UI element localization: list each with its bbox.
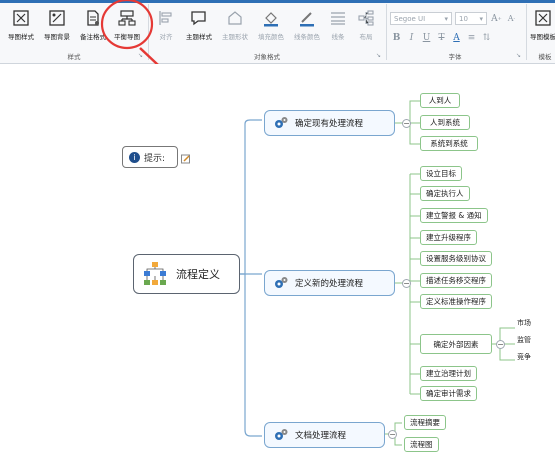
collapse-toggle[interactable]: −: [402, 119, 411, 128]
leaf-topic[interactable]: 确定外部因素: [420, 334, 492, 354]
leaf-topic[interactable]: 定义标准操作程序: [420, 294, 492, 309]
collapse-toggle[interactable]: −: [388, 430, 397, 439]
process-flowchart-icon: [142, 261, 168, 287]
leaf-topic[interactable]: 设置服务级别协议: [420, 251, 492, 266]
leaf-topic[interactable]: 流程摘要: [404, 415, 446, 430]
collapse-toggle[interactable]: −: [496, 340, 505, 349]
leaf-topic[interactable]: 建立警报 & 通知: [420, 208, 488, 223]
sub-leaf-topic[interactable]: 监管: [517, 335, 531, 345]
gears-icon: [273, 427, 289, 443]
highlight-circle: [100, 0, 154, 50]
note-edit-icon[interactable]: [181, 154, 191, 164]
leaf-topic[interactable]: 人到系统: [420, 115, 470, 130]
branch-label: 定义新的处理流程: [295, 279, 364, 289]
leaf-topic[interactable]: 建立治理计划: [420, 366, 477, 381]
leaf-topic[interactable]: 流程图: [404, 437, 439, 452]
gears-icon: [273, 115, 289, 131]
sub-leaf-topic[interactable]: 市场: [517, 318, 531, 328]
branch-label: 文档处理流程: [295, 431, 347, 441]
leaf-topic[interactable]: 描述任务移交程序: [420, 273, 492, 288]
branch-label: 确定现有处理流程: [295, 119, 364, 129]
branch-topic[interactable]: 文档处理流程: [264, 422, 385, 448]
sub-leaf-topic[interactable]: 竞争: [517, 352, 531, 362]
root-topic[interactable]: 流程定义: [133, 254, 240, 294]
hint-label: 提示:: [144, 153, 166, 164]
gears-icon: [273, 275, 289, 291]
mind-map-canvas[interactable]: i 提示: 流程定义 确定现有处理流程 − 人到人 人到系统 系统到系统 定义新…: [0, 64, 555, 454]
hint-topic[interactable]: i 提示:: [122, 146, 178, 168]
leaf-topic[interactable]: 确定执行人: [420, 186, 470, 201]
branch-topic[interactable]: 确定现有处理流程: [264, 110, 395, 136]
branch-topic[interactable]: 定义新的处理流程: [264, 270, 395, 296]
leaf-topic[interactable]: 设立目标: [420, 166, 462, 181]
leaf-topic[interactable]: 建立升级程序: [420, 230, 477, 245]
leaf-topic[interactable]: 人到人: [420, 93, 460, 108]
collapse-toggle[interactable]: −: [402, 279, 411, 288]
info-icon: i: [129, 151, 140, 163]
root-topic-label: 流程定义: [176, 268, 220, 281]
leaf-topic[interactable]: 系统到系统: [420, 136, 478, 151]
leaf-topic[interactable]: 确定审计需求: [420, 386, 477, 401]
